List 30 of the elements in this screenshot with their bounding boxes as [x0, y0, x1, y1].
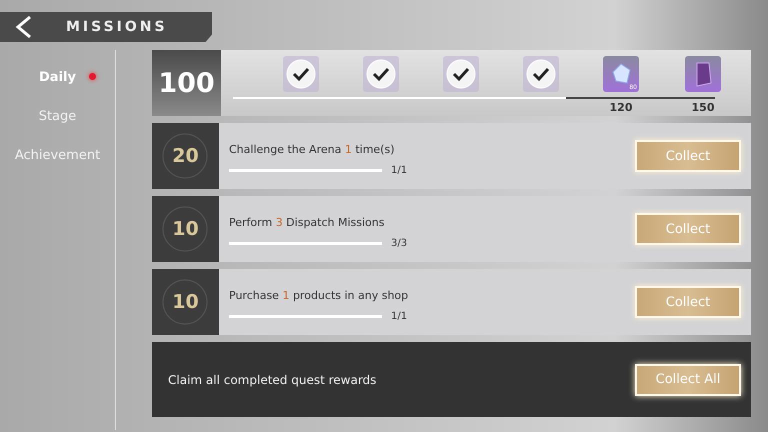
collect-button[interactable]: Collect — [635, 286, 741, 318]
points-badge: 10 — [152, 196, 219, 262]
claim-all-text: Claim all completed quest rewards — [168, 372, 376, 386]
milestone-label: 150 — [690, 101, 716, 114]
checkmark-icon — [366, 59, 396, 89]
collect-button[interactable]: Collect — [635, 213, 741, 245]
checkmark-icon — [526, 59, 556, 89]
checkmark-icon — [286, 59, 316, 89]
reward-chest[interactable] — [523, 56, 559, 92]
progress-count: 1/1 — [391, 165, 408, 176]
collect-all-button[interactable]: Collect All — [635, 364, 741, 396]
mission-text: Challenge the Arena 1 time(s) — [229, 143, 396, 156]
category-tab[interactable]: Daily — [39, 70, 76, 89]
reward-chest[interactable] — [443, 56, 479, 92]
progress-count: 1/1 — [391, 311, 408, 322]
category-tab[interactable]: Achievement — [14, 148, 100, 167]
checkmark-icon — [446, 59, 476, 89]
back-icon[interactable] — [14, 15, 34, 39]
reward-chest[interactable] — [363, 56, 399, 92]
points-badge: 20 — [152, 123, 219, 189]
activity-points: 100 — [152, 50, 221, 116]
points-badge: 10 — [152, 269, 219, 335]
collect-button[interactable]: Collect — [635, 140, 741, 172]
milestone-label: 120 — [608, 101, 634, 114]
category-tab[interactable]: Stage — [38, 109, 76, 128]
progress-count: 3/3 — [391, 238, 408, 249]
screen-title: MISSIONS — [66, 19, 168, 35]
mission-text: Perform 3 Dispatch Missions — [229, 216, 386, 229]
reward-chest[interactable] — [283, 56, 319, 92]
mission-text: Purchase 1 products in any shop — [229, 289, 410, 302]
